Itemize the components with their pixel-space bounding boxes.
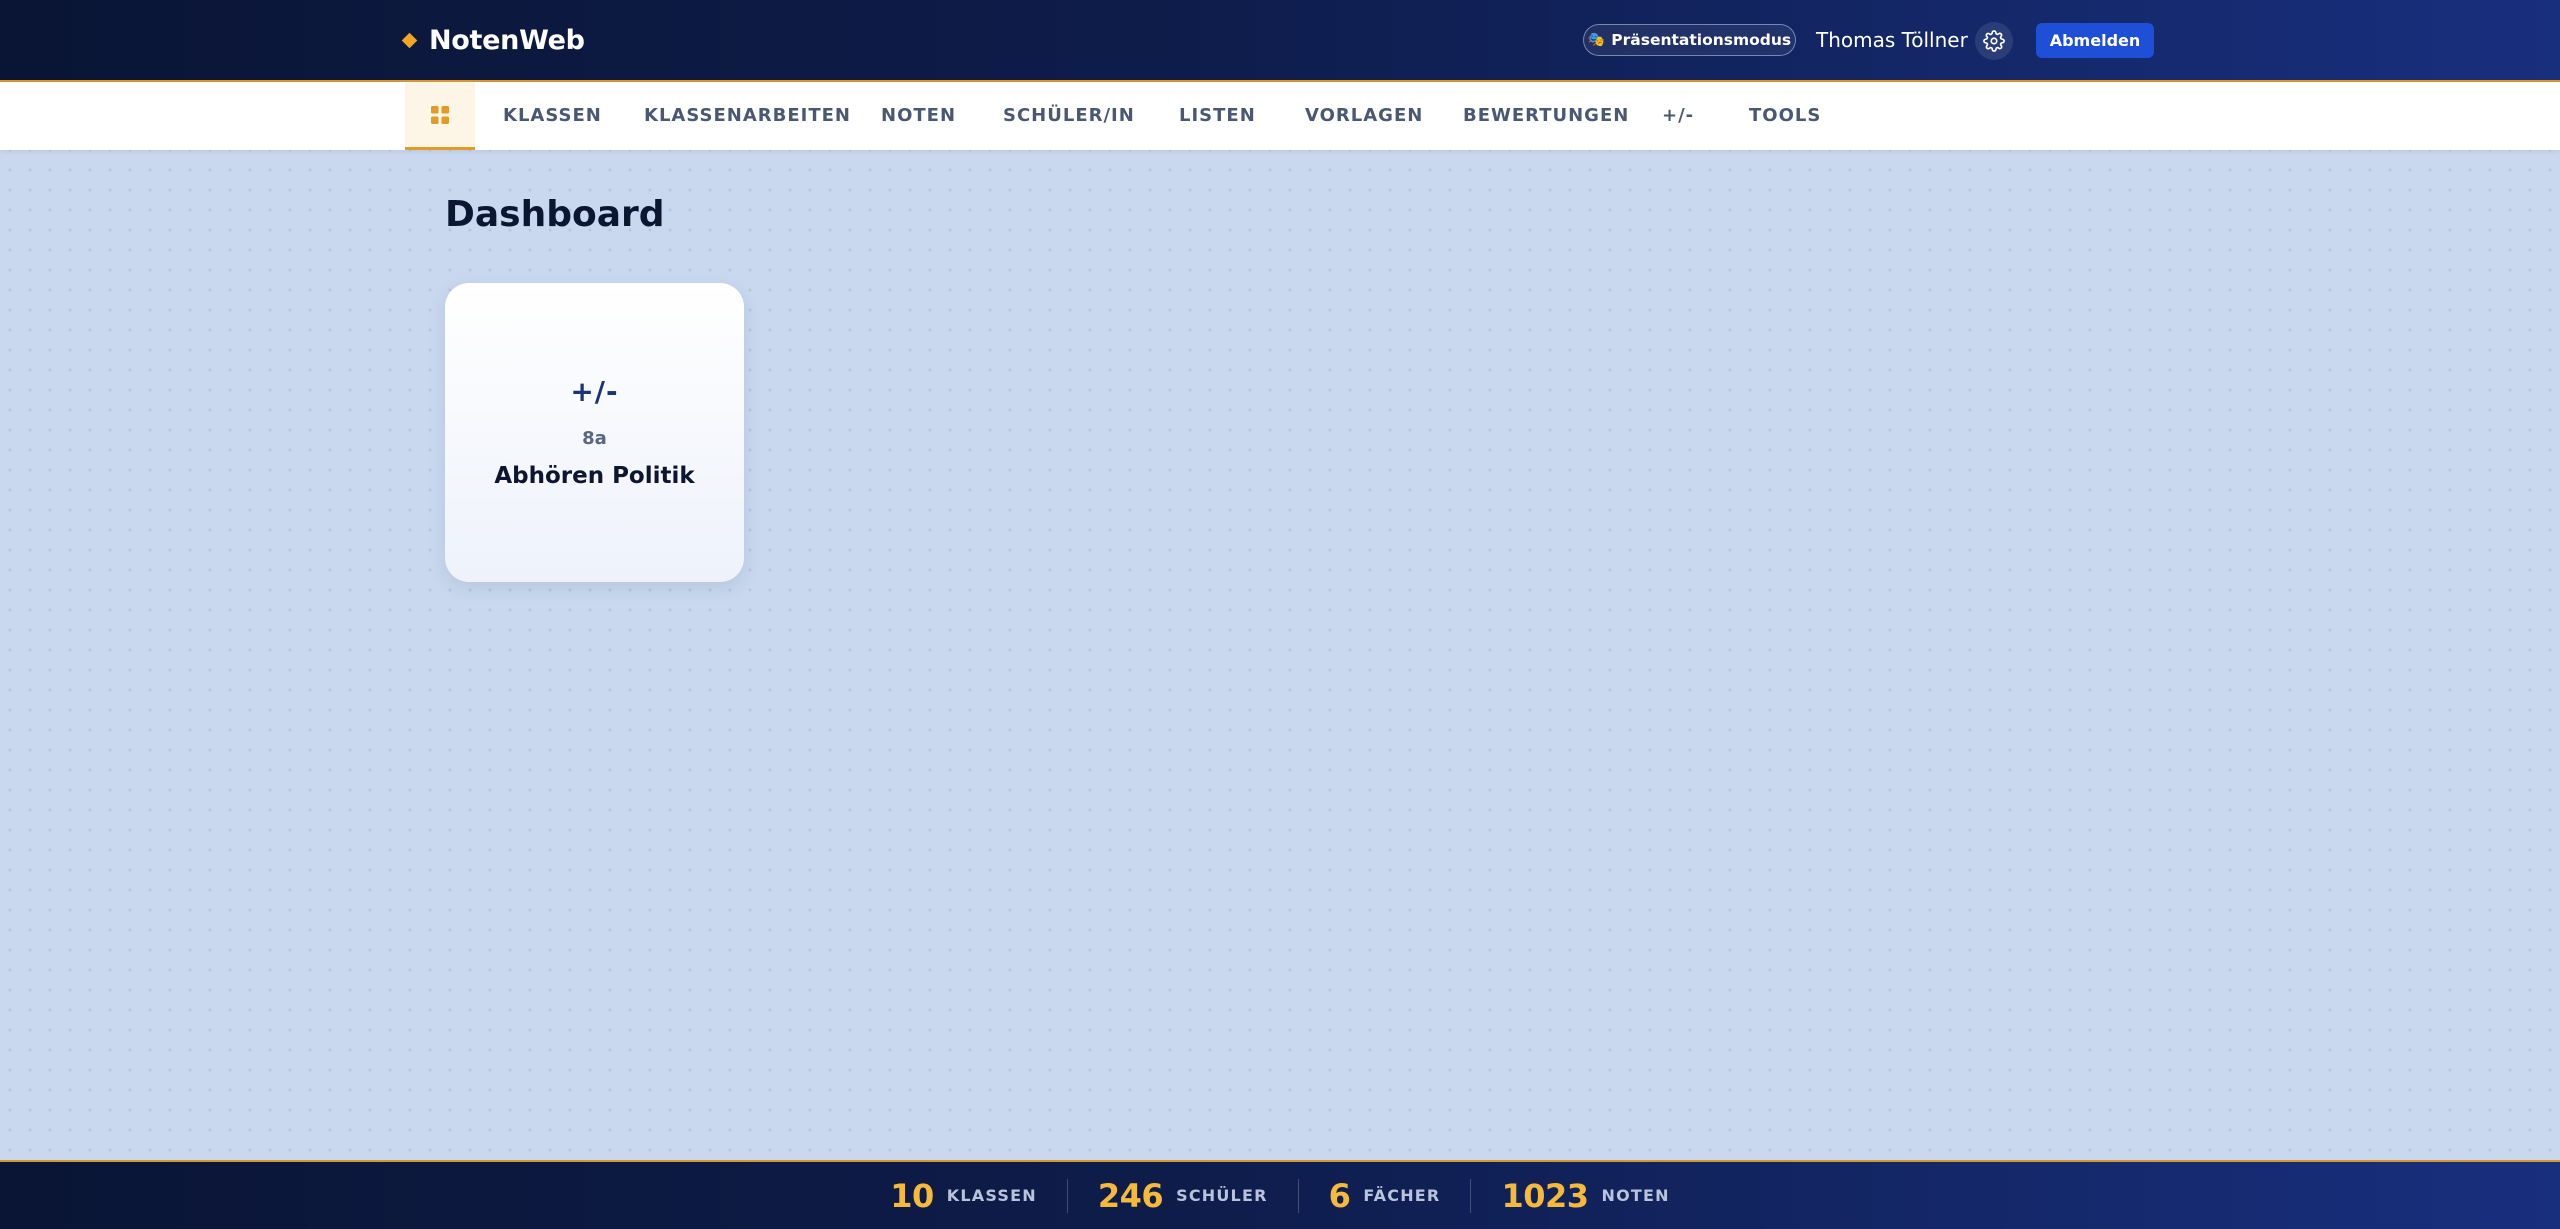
app-logo[interactable]: NotenWeb xyxy=(401,20,585,60)
nav-home-tab[interactable] xyxy=(405,82,475,150)
stat-value: 1023 xyxy=(1501,1176,1589,1215)
stat-klassen: 10 KLASSEN xyxy=(860,1176,1067,1215)
page-title: Dashboard xyxy=(445,194,665,235)
nav-item-tools[interactable]: TOOLS xyxy=(1749,82,1821,150)
presentation-mode-button[interactable]: 🎭 Präsentationsmodus xyxy=(1583,24,1796,56)
card-class-name: 8a xyxy=(582,428,607,449)
nav-item-listen[interactable]: LISTEN xyxy=(1179,82,1256,150)
nav-item-bewertungen[interactable]: BEWERTUNGEN xyxy=(1463,82,1629,150)
stat-value: 6 xyxy=(1328,1176,1351,1215)
stat-schueler: 246 SCHÜLER xyxy=(1066,1176,1298,1215)
dashboard-card[interactable]: +/- 8a Abhören Politik xyxy=(445,283,744,582)
main-nav: KLASSEN KLASSENARBEITEN NOTEN SCHÜLER/IN… xyxy=(0,82,2560,150)
stats-footer: 10 KLASSEN 246 SCHÜLER 6 FÄCHER 1023 NOT… xyxy=(0,1160,2560,1229)
stat-label: KLASSEN xyxy=(946,1186,1037,1205)
stat-label: FÄCHER xyxy=(1363,1186,1441,1205)
nav-item-schueler[interactable]: SCHÜLER/IN xyxy=(1003,82,1135,150)
top-header: NotenWeb 🎭 Präsentationsmodus Thomas Töl… xyxy=(0,0,2560,82)
stat-faecher: 6 FÄCHER xyxy=(1297,1176,1471,1215)
presentation-mode-label: Präsentationsmodus xyxy=(1611,31,1792,49)
stats-bar: 10 KLASSEN 246 SCHÜLER 6 FÄCHER 1023 NOT… xyxy=(0,1162,2560,1229)
gear-icon xyxy=(1983,30,2005,52)
grid-icon xyxy=(431,105,449,124)
stat-label: SCHÜLER xyxy=(1176,1186,1268,1205)
nav-item-vorlagen[interactable]: VORLAGEN xyxy=(1305,82,1423,150)
settings-button[interactable] xyxy=(1975,22,2013,60)
user-name: Thomas Töllner xyxy=(1816,28,1968,52)
stat-value: 246 xyxy=(1097,1176,1164,1215)
stat-noten: 1023 NOTEN xyxy=(1470,1176,1699,1215)
stat-value: 10 xyxy=(890,1176,934,1215)
nav-item-klassen[interactable]: KLASSEN xyxy=(503,82,602,150)
nav-item-klassenarbeiten[interactable]: KLASSENARBEITEN xyxy=(644,82,851,150)
presentation-icon: 🎭 xyxy=(1587,32,1606,48)
diamond-icon xyxy=(401,32,418,48)
logout-button[interactable]: Abmelden xyxy=(2036,23,2154,58)
app-name: NotenWeb xyxy=(429,24,585,56)
stat-label: NOTEN xyxy=(1601,1186,1670,1205)
nav-item-noten[interactable]: NOTEN xyxy=(881,82,956,150)
card-subject: Abhören Politik xyxy=(494,463,695,489)
nav-item-plus-minus[interactable]: +/- xyxy=(1662,82,1694,150)
card-title: +/- xyxy=(570,375,619,408)
